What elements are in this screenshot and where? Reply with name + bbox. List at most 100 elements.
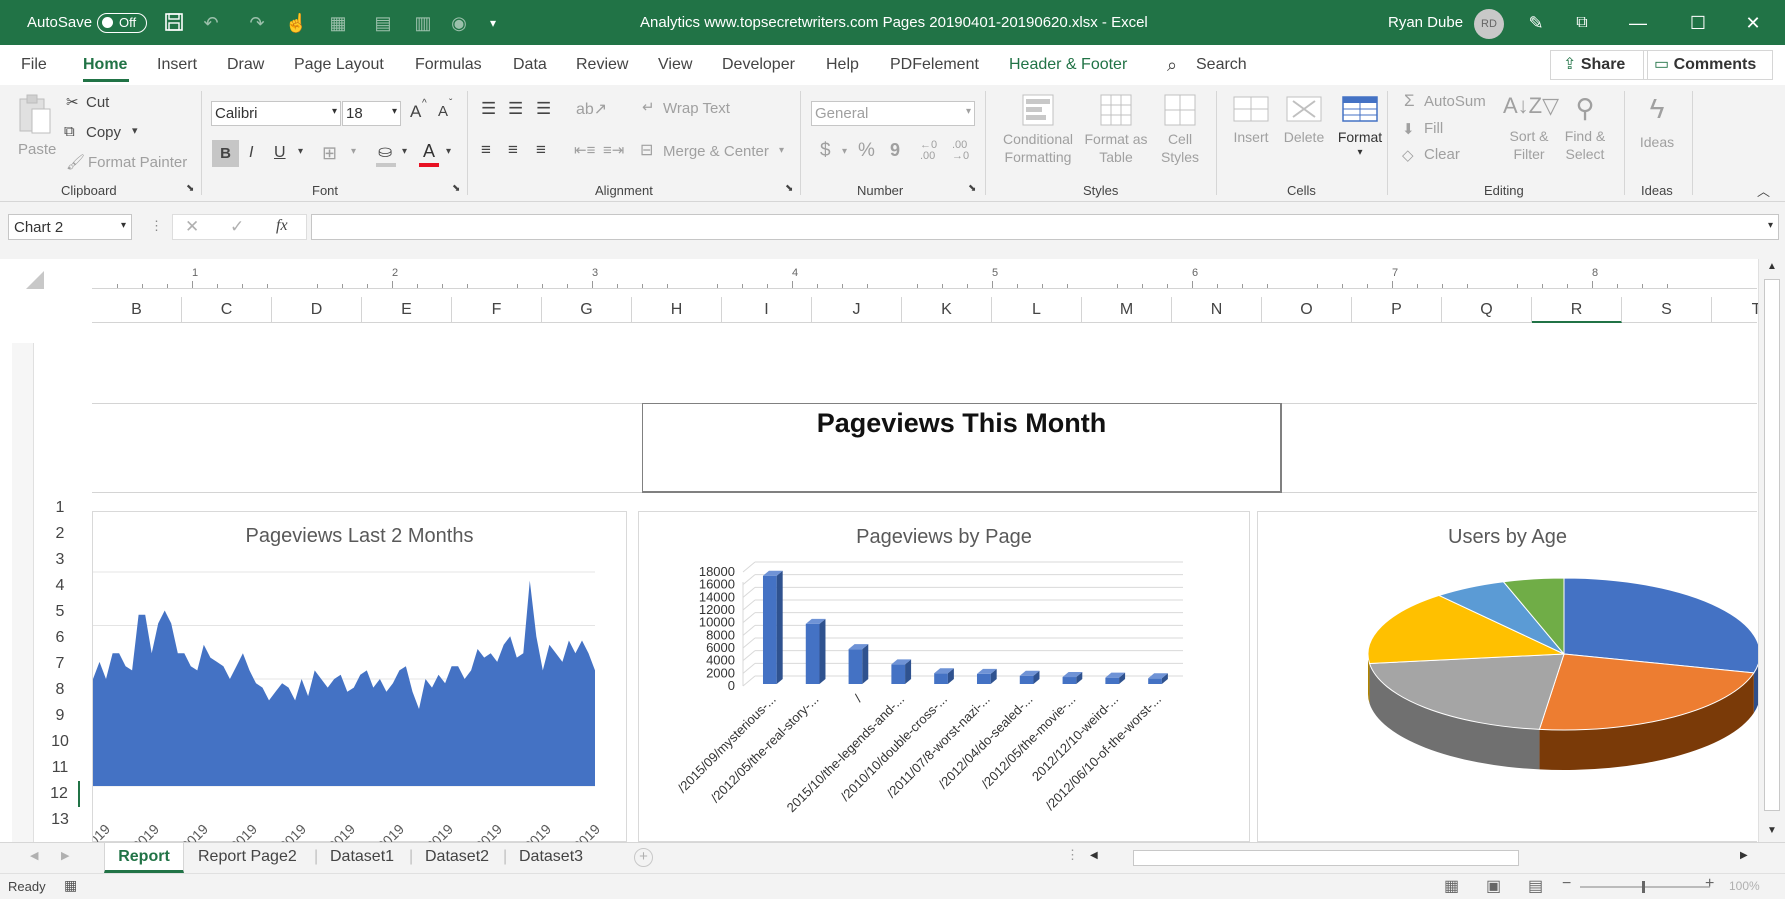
formula-input[interactable]: ▾	[311, 214, 1779, 240]
zoom-in-icon[interactable]: +	[1705, 875, 1714, 893]
align-center-icon[interactable]: ≡	[508, 140, 518, 160]
sheet-tab-dataset1[interactable]: Dataset1	[330, 843, 394, 873]
delete-cells-button[interactable]: Delete	[1279, 93, 1329, 163]
fill-color-dropdown-icon[interactable]: ▾	[402, 146, 407, 157]
copy-dropdown-icon[interactable]: ▾	[132, 124, 138, 137]
cut-icon[interactable]: ✂	[66, 93, 79, 111]
column-header-b[interactable]: B	[92, 297, 182, 323]
tab-data[interactable]: Data	[513, 45, 547, 85]
more-icon[interactable]: ⋮	[150, 218, 163, 234]
number-format-dropdown[interactable]: General ▾	[811, 101, 975, 126]
scroll-left-icon[interactable]: ◀	[1090, 850, 1098, 861]
column-header-s[interactable]: S	[1622, 297, 1712, 323]
collapse-ribbon-icon[interactable]: ︿	[1757, 181, 1770, 200]
tab-view[interactable]: View	[658, 45, 692, 85]
merge-dropdown-icon[interactable]: ▾	[779, 145, 784, 156]
percent-button[interactable]: %	[858, 140, 875, 162]
ideas-button[interactable]: ϟ Ideas	[1632, 93, 1682, 163]
column-header-e[interactable]: E	[362, 297, 452, 323]
quick-access-icon[interactable]: ▦	[327, 12, 349, 34]
select-all-corner[interactable]	[26, 271, 44, 289]
column-header-o[interactable]: O	[1262, 297, 1352, 323]
merge-center-button[interactable]: Merge & Center	[663, 143, 769, 160]
fill-button[interactable]: Fill	[1424, 120, 1443, 137]
row-header-5[interactable]: 5	[40, 599, 80, 625]
customize-quick-access-icon[interactable]: ▾	[485, 12, 501, 34]
clipboard-launcher-icon[interactable]: ⬊	[186, 183, 194, 194]
touch-mode-icon[interactable]: ☝	[285, 12, 307, 34]
cancel-icon[interactable]: ✕	[185, 217, 199, 237]
comma-button[interactable]: 9	[890, 140, 900, 161]
font-launcher-icon[interactable]: ⬊	[452, 183, 460, 194]
chart-pageviews-last-2-months[interactable]: Pageviews Last 2 Months /8/2019/15/2019/…	[92, 511, 627, 843]
paste-button[interactable]: Paste	[14, 93, 58, 173]
cut-button[interactable]: Cut	[86, 94, 109, 111]
column-header-f[interactable]: F	[452, 297, 542, 323]
scroll-right-icon[interactable]: ▶	[1740, 850, 1748, 861]
column-header-h[interactable]: H	[632, 297, 722, 323]
tab-file[interactable]: File	[21, 45, 47, 85]
row-header-7[interactable]: 7	[40, 651, 80, 677]
column-header-k[interactable]: K	[902, 297, 992, 323]
tab-header-footer[interactable]: Header & Footer	[1009, 45, 1127, 85]
column-header-l[interactable]: L	[992, 297, 1082, 323]
find-select-button[interactable]: ⚲ Find & Select	[1557, 93, 1613, 177]
merge-center-icon[interactable]: ⊟	[640, 140, 653, 160]
chart-users-by-age[interactable]: Users by Age	[1257, 511, 1758, 842]
column-header-m[interactable]: M	[1082, 297, 1172, 323]
zoom-level[interactable]: 100%	[1729, 879, 1760, 893]
align-bottom-icon[interactable]: ☰	[536, 99, 551, 119]
user-name[interactable]: Ryan Dube	[1388, 0, 1463, 45]
fill-icon[interactable]: ⬇	[1402, 120, 1415, 138]
format-as-table-button[interactable]: Format as Table	[1080, 93, 1152, 177]
conditional-formatting-button[interactable]: Conditional Formatting	[996, 93, 1080, 177]
increase-indent-icon[interactable]: ≡⇥	[603, 141, 624, 159]
horizontal-scroll-thumb[interactable]	[1133, 850, 1519, 866]
chart-pageviews-by-page[interactable]: Pageviews by Page 0 2000 4000 6000 8000 10000…	[638, 511, 1250, 842]
borders-icon[interactable]: ⊞	[322, 143, 337, 164]
row-header-4[interactable]: 4	[40, 573, 80, 599]
search-icon[interactable]: ⌕	[1167, 45, 1177, 85]
increase-decimal-button[interactable]: ←0 .00	[920, 140, 942, 162]
insert-cells-button[interactable]: Insert	[1228, 93, 1274, 163]
row-header-10[interactable]: 10	[40, 729, 80, 755]
sheet-tab-dataset2[interactable]: Dataset2	[425, 843, 489, 873]
add-sheet-icon[interactable]: +	[634, 848, 653, 867]
page-layout-view-icon[interactable]: ▣	[1486, 876, 1501, 896]
font-color-button[interactable]: A	[423, 141, 435, 162]
column-header-d[interactable]: D	[272, 297, 362, 323]
normal-view-icon[interactable]: ▦	[1444, 876, 1459, 896]
tab-insert[interactable]: Insert	[157, 45, 197, 85]
decrease-decimal-button[interactable]: .00 →0	[952, 140, 974, 162]
vertical-scrollbar[interactable]: ▲ ▼	[1758, 259, 1785, 842]
column-header-i[interactable]: I	[722, 297, 812, 323]
undo-icon[interactable]: ↶	[200, 12, 222, 34]
tab-draw[interactable]: Draw	[227, 45, 264, 85]
share-button[interactable]: ⇪ Share	[1550, 50, 1648, 80]
prev-sheet-icon[interactable]: ◀	[30, 849, 38, 862]
column-header-q[interactable]: Q	[1442, 297, 1532, 323]
clear-button[interactable]: Clear	[1424, 146, 1460, 163]
zoom-slider-thumb[interactable]	[1642, 881, 1645, 893]
tab-pdfelement[interactable]: PDFelement	[890, 45, 979, 85]
column-header-c[interactable]: C	[182, 297, 272, 323]
wrap-text-icon[interactable]: ↵	[642, 98, 655, 116]
column-header-r[interactable]: R	[1532, 297, 1622, 323]
avatar[interactable]: RD	[1474, 9, 1504, 39]
align-left-icon[interactable]: ≡	[481, 140, 491, 160]
format-cells-button[interactable]: Format ▾	[1332, 93, 1388, 173]
pen-icon[interactable]: ✎	[1524, 12, 1548, 34]
macro-record-icon[interactable]: ▦	[64, 877, 77, 894]
copy-button[interactable]: Copy	[86, 124, 121, 141]
borders-dropdown-icon[interactable]: ▾	[351, 146, 356, 157]
tab-page-layout[interactable]: Page Layout	[294, 45, 384, 85]
column-header-p[interactable]: P	[1352, 297, 1442, 323]
tab-help[interactable]: Help	[826, 45, 859, 85]
row-header-12[interactable]: 12	[40, 781, 80, 807]
grow-font-button[interactable]: A	[410, 102, 421, 122]
scroll-up-icon[interactable]: ▲	[1767, 261, 1777, 272]
underline-dropdown-icon[interactable]: ▾	[298, 146, 303, 157]
font-name-dropdown[interactable]: Calibri ▾	[211, 101, 341, 126]
zoom-out-icon[interactable]: −	[1562, 875, 1571, 893]
close-icon[interactable]: ✕	[1741, 12, 1765, 34]
